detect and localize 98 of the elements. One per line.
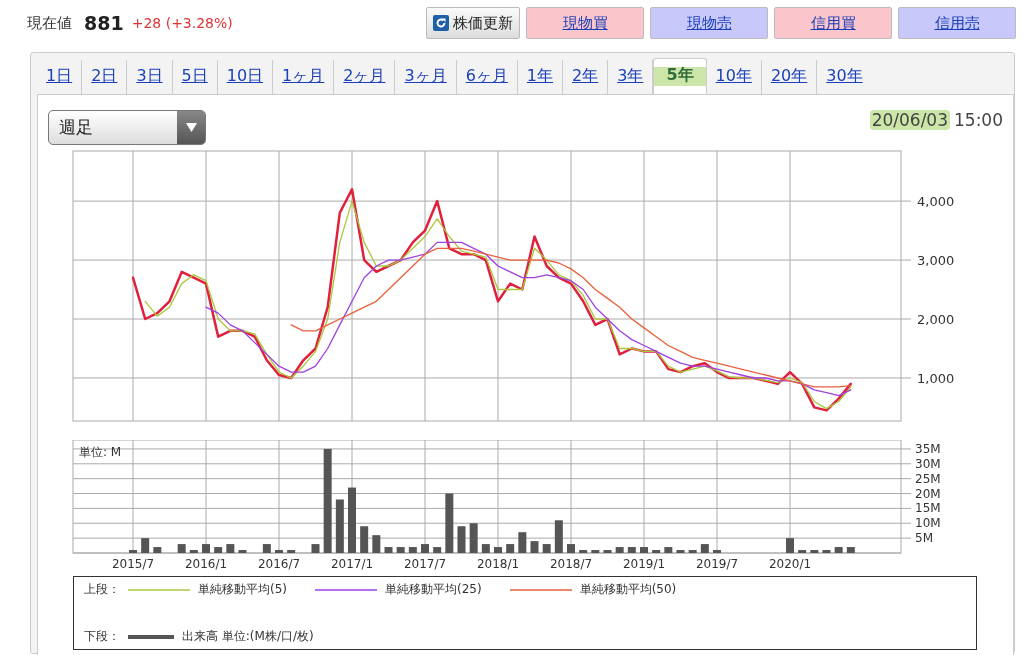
volume-bar: [640, 547, 648, 553]
axis-label: 3,000: [917, 253, 955, 269]
volume-bar: [591, 550, 600, 553]
axis-label: 15M: [915, 501, 941, 516]
axis-label: 2015/7: [111, 557, 155, 571]
volume-bar: [494, 547, 502, 553]
volume-bar: [786, 538, 794, 553]
volume-bar: [214, 547, 223, 553]
volume-bar: [542, 544, 551, 553]
axis-label: 2019/7: [695, 557, 739, 571]
volume-bar: [226, 544, 235, 553]
axis-label: 2017/7: [403, 557, 447, 571]
refresh-price-button[interactable]: 株価更新: [426, 7, 520, 39]
axis-label: 25M: [915, 471, 941, 486]
trade-button[interactable]: 信用売: [898, 7, 1016, 39]
volume-bar: [506, 544, 515, 553]
unit-label: 単位: M: [79, 445, 122, 459]
volume-bar: [348, 487, 356, 553]
volume-bar: [615, 547, 624, 553]
volume-bar: [457, 526, 466, 553]
axis-label: 2020/1: [768, 557, 812, 571]
volume-bar: [408, 547, 417, 553]
volume-bar: [627, 547, 636, 553]
volume-bar: [810, 550, 819, 553]
interval-dropdown[interactable]: 週足: [48, 110, 206, 145]
volume-bar: [189, 550, 198, 553]
volume-bar: [141, 538, 150, 553]
axis-label: 35M: [915, 441, 941, 456]
legend-label: 単純移動平均(50): [579, 581, 677, 598]
chart-time: 15:00: [954, 110, 1003, 130]
volume-bar: [700, 544, 709, 553]
refresh-icon: [433, 15, 449, 31]
axis-label: 2019/1: [622, 557, 666, 571]
volume-bar: [445, 493, 454, 553]
chart-date: 20/06/03: [869, 110, 950, 130]
volume-bar: [567, 544, 575, 553]
volume-bar: [360, 526, 369, 553]
current-price: 881: [84, 12, 124, 34]
volume-bar: [530, 541, 539, 553]
legend-label: 出来高 単位:(M株/口/枚): [182, 628, 314, 645]
legend-line: [128, 586, 190, 593]
legend-label: 上段：: [84, 581, 120, 598]
volume-bar: [713, 550, 721, 553]
volume-bar: [554, 520, 563, 553]
volume-bar: [335, 499, 344, 553]
volume-bar: [664, 547, 673, 553]
axis-label: 1,000: [917, 370, 955, 386]
trade-button[interactable]: 現物買: [526, 7, 644, 39]
volume-bar: [384, 547, 393, 553]
axis-label: 2016/7: [257, 557, 301, 571]
legend-label: 下段：: [84, 628, 120, 645]
volume-bar: [262, 544, 271, 553]
axis-label: 5M: [915, 531, 933, 546]
volume-bar: [579, 550, 588, 553]
volume-bar: [275, 550, 283, 553]
trade-button[interactable]: 信用買: [774, 7, 892, 39]
volume-bar: [129, 550, 137, 553]
legend-label: 単純移動平均(25): [385, 581, 482, 598]
volume-bar: [238, 550, 247, 553]
trade-button[interactable]: 現物売: [650, 7, 768, 39]
volume-bar: [834, 547, 843, 553]
axis-label: 2018/7: [549, 557, 593, 571]
axis-label: 2017/1: [330, 557, 374, 571]
volume-bar: [287, 550, 296, 553]
volume-bar: [822, 550, 831, 553]
volume-bar: [311, 544, 320, 553]
volume-bar: [652, 550, 661, 553]
volume-bar: [433, 547, 442, 553]
axis-label: 2018/1: [476, 557, 520, 571]
volume-bar: [518, 532, 527, 553]
caret-icon: [185, 123, 197, 132]
axis-label: 30M: [915, 456, 941, 471]
legend-line: [315, 586, 377, 593]
legend-label: 単純移動平均(5): [198, 581, 287, 598]
period-tab[interactable]: 5年: [653, 58, 707, 94]
axis-label: 2,000: [917, 312, 955, 327]
volume-bar: [177, 544, 186, 553]
volume-bar: [481, 544, 490, 553]
axis-label: 4,000: [917, 194, 955, 210]
volume-bar: [798, 550, 807, 553]
legend-line: [509, 586, 572, 593]
price-change: +28 (+3.28%): [131, 15, 233, 31]
axis-label: 10M: [915, 516, 941, 531]
volume-bar: [603, 550, 612, 553]
axis-label: 20M: [915, 486, 941, 501]
volume-bar: [469, 523, 478, 553]
axis-label: 2016/1: [184, 557, 228, 571]
volume-bar: [396, 547, 405, 553]
period-tab[interactable]: 30年: [817, 60, 872, 94]
legend-line: [128, 633, 174, 640]
volume-bar: [153, 547, 162, 553]
volume-bar: [372, 535, 381, 553]
volume-bar: [421, 544, 429, 553]
volume-bar: [676, 550, 685, 553]
volume-bar: [202, 544, 210, 553]
volume-bar: [846, 547, 855, 553]
volume-bar: [688, 550, 697, 553]
current-price-label: 現在値: [27, 13, 72, 33]
